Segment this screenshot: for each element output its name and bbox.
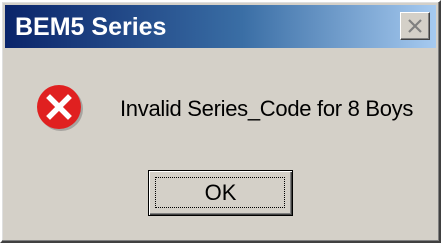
error-icon — [37, 85, 83, 131]
close-button[interactable] — [400, 12, 430, 40]
message-dialog: BEM5 Series Invalid Series_Code for 8 Bo… — [0, 0, 441, 243]
close-icon — [408, 19, 422, 33]
error-message: Invalid Series_Code for 8 Boys — [120, 96, 414, 121]
ok-button-label: OK — [204, 180, 237, 205]
window-title: BEM5 Series — [15, 13, 167, 41]
title-bar[interactable]: BEM5 Series — [5, 5, 436, 48]
ok-button[interactable]: OK — [148, 170, 293, 216]
